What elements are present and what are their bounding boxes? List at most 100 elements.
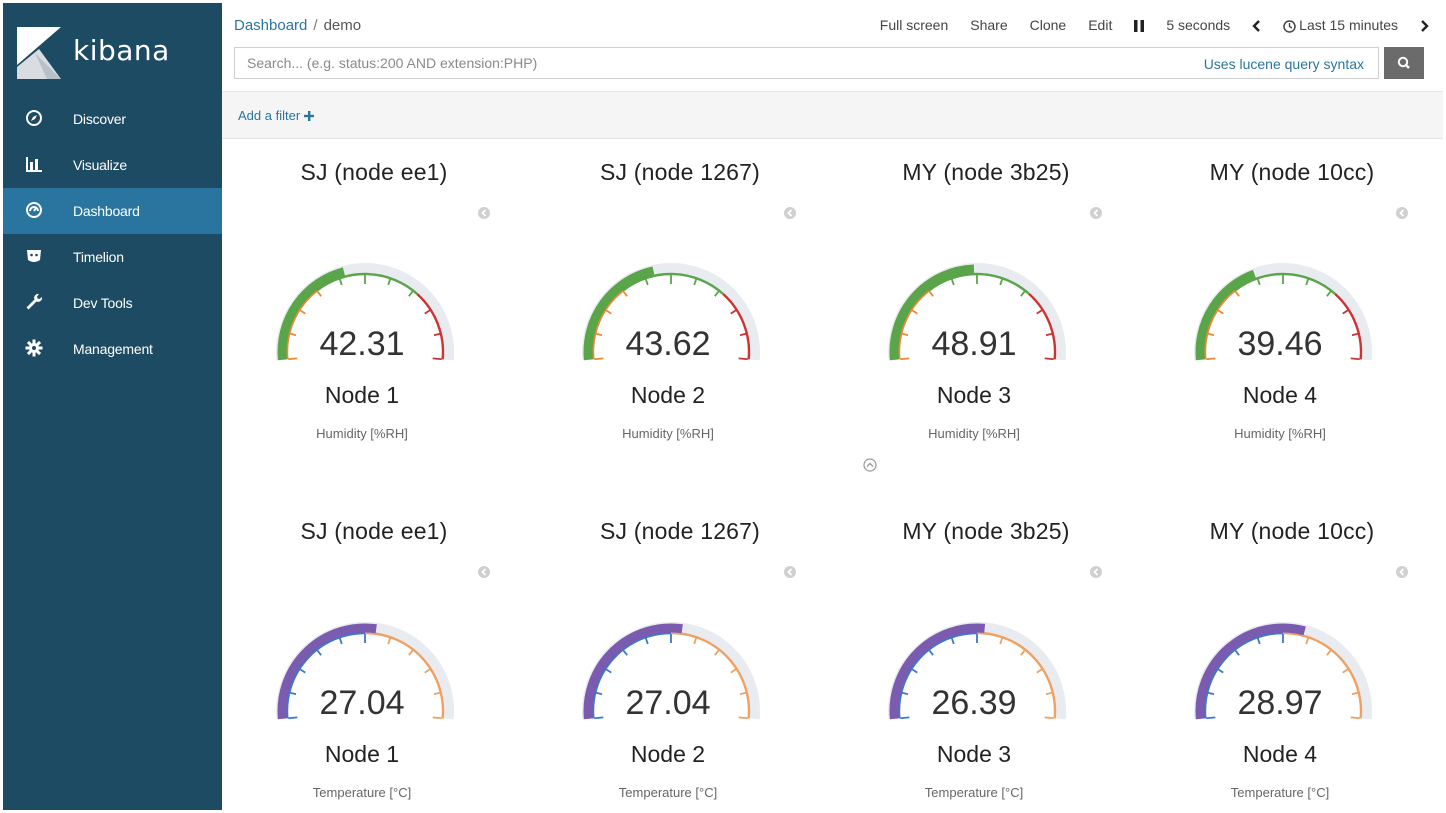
humidity-gauge-panel: MY (node 10cc) 39.46 Node 4 Humidity [%RH] — [1140, 139, 1443, 494]
gauge-tick — [911, 668, 918, 674]
temperature-gauge-panel: MY (node 10cc) 28.97 Node 4 Temperature [°C… — [1140, 498, 1443, 810]
sidebar-item-label: Visualize — [73, 157, 127, 173]
gauge-tick — [1342, 668, 1349, 674]
legend-toggle-icon[interactable] — [477, 206, 491, 220]
gauge-value: 27.04 — [319, 684, 405, 722]
legend-toggle-icon[interactable] — [477, 565, 491, 579]
gauge-tick — [316, 649, 322, 656]
temperature-gauge-panel: MY (node 3b25) 26.39 Node 3 Temperature [°C… — [834, 498, 1138, 810]
panel-title: SJ (node 1267) — [599, 518, 761, 544]
full-screen-button[interactable]: Full screen — [880, 17, 948, 33]
sidebar-item-management[interactable]: Management — [3, 326, 222, 372]
breadcrumb-current: demo — [323, 17, 362, 34]
gauge-node-label: Node 4 — [1242, 382, 1318, 408]
legend-toggle-icon[interactable] — [1395, 206, 1409, 220]
gauge-node-label: Node 2 — [630, 382, 706, 408]
legend-toggle-icon[interactable] — [783, 565, 797, 579]
gauge-tick — [338, 637, 343, 645]
edit-button[interactable]: Edit — [1088, 17, 1112, 33]
compass-icon — [26, 110, 42, 126]
gauge-tick — [730, 309, 737, 315]
search-input[interactable] — [235, 48, 1135, 78]
temperature-gauge — [276, 622, 454, 720]
sidebar-item-dashboard[interactable]: Dashboard — [3, 188, 222, 234]
add-filter-button[interactable]: Add a filter — [238, 108, 314, 123]
refresh-interval-button[interactable]: 5 seconds — [1166, 17, 1230, 33]
sidebar-item-dev-tools[interactable]: Dev Tools — [3, 280, 222, 326]
filter-bar: Add a filter — [222, 91, 1443, 139]
gauge-value: 43.62 — [625, 325, 711, 363]
gauge-tick — [605, 309, 612, 315]
share-button[interactable]: Share — [970, 17, 1007, 33]
gauge-tick — [1020, 290, 1026, 297]
gauge-tick — [1342, 309, 1349, 315]
gauge-tick — [693, 278, 698, 286]
search-icon — [1397, 56, 1410, 69]
sidebar-item-label: Management — [73, 341, 153, 357]
bar-chart-icon — [26, 157, 42, 172]
legend-toggle-icon[interactable] — [783, 206, 797, 220]
gauge-tick — [644, 278, 649, 286]
humidity-gauge-panel: SJ (node 1267) 43.62 Node 2 Humidity [%RH] — [528, 139, 832, 494]
sidebar-item-discover[interactable]: Discover — [3, 96, 222, 142]
gauge-tick — [928, 649, 934, 656]
gauge-tick — [1234, 649, 1240, 656]
gauge-tick — [387, 637, 392, 645]
temperature-gauge — [1194, 622, 1372, 720]
chevron-right-icon — [1421, 20, 1429, 33]
gauge-node-label: Node 1 — [324, 741, 400, 767]
gauge-tick — [1234, 290, 1240, 297]
timelion-icon — [27, 250, 41, 262]
time-forward-button[interactable] — [1420, 17, 1429, 33]
gauge-tick — [387, 278, 392, 286]
gauge-metric-label: Temperature [°C] — [312, 785, 412, 800]
gauge-tick — [1305, 278, 1310, 286]
breadcrumb-separator: / — [313, 17, 318, 34]
sidebar-item-label: Dev Tools — [73, 295, 133, 311]
lucene-syntax-link[interactable]: Uses lucene query syntax — [1204, 56, 1364, 72]
search-button[interactable] — [1384, 47, 1424, 79]
panel-title: MY (node 10cc) — [1209, 518, 1375, 544]
humidity-gauge — [582, 263, 760, 361]
legend-toggle-icon[interactable] — [1395, 565, 1409, 579]
sidebar-item-timelion[interactable]: Timelion — [3, 234, 222, 280]
dashboard-icon — [26, 202, 42, 218]
temperature-gauge — [888, 622, 1066, 720]
sidebar-nav: Discover Visualize Dashboard Timelion De… — [3, 96, 222, 372]
pause-icon — [1134, 20, 1145, 33]
clone-button[interactable]: Clone — [1030, 17, 1067, 33]
panel-title: SJ (node ee1) — [300, 159, 448, 185]
gauge-tick — [950, 637, 955, 645]
gauge-metric-label: Temperature [°C] — [618, 785, 718, 800]
panel-title: MY (node 10cc) — [1209, 159, 1375, 185]
legend-toggle-icon[interactable] — [1089, 206, 1103, 220]
legend-toggle-icon[interactable] — [1089, 565, 1103, 579]
time-picker-button[interactable]: Last 15 minutes — [1283, 17, 1398, 33]
top-menu: Full screen Share Clone Edit 5 seconds L… — [880, 17, 1429, 33]
panel-title: SJ (node ee1) — [300, 518, 448, 544]
gauge-tick — [424, 668, 431, 674]
gauge-metric-label: Temperature [°C] — [1230, 785, 1330, 800]
pause-button[interactable] — [1134, 17, 1145, 33]
gauge-tick — [1326, 290, 1332, 297]
gauge-tick — [999, 637, 1004, 645]
gauge-tick — [622, 290, 628, 297]
humidity-gauge-panel: SJ (node ee1) 42.31 Node 1 Humidity [%RH] — [222, 139, 526, 494]
gauge-tick — [299, 668, 306, 674]
humidity-gauge — [888, 263, 1066, 361]
kibana-logo-icon — [17, 27, 61, 79]
breadcrumb-root-link[interactable]: Dashboard — [234, 17, 307, 34]
gauge-value: 39.46 — [1237, 325, 1323, 363]
sidebar-item-label: Discover — [73, 111, 126, 127]
gauge-tick — [299, 309, 306, 315]
panel-title: MY (node 3b25) — [902, 159, 1070, 185]
time-range-label: Last 15 minutes — [1299, 17, 1398, 33]
gauge-value: 28.97 — [1237, 684, 1323, 722]
sidebar-item-visualize[interactable]: Visualize — [3, 142, 222, 188]
time-back-button[interactable] — [1252, 17, 1261, 33]
gauge-tick — [1256, 637, 1261, 645]
brand[interactable]: kibana — [3, 3, 222, 91]
gauge-node-label: Node 3 — [936, 382, 1012, 408]
temperature-gauge-panel: SJ (node ee1) 27.04 Node 1 Temperature [°C] — [222, 498, 526, 810]
gauge-tick — [1217, 668, 1224, 674]
